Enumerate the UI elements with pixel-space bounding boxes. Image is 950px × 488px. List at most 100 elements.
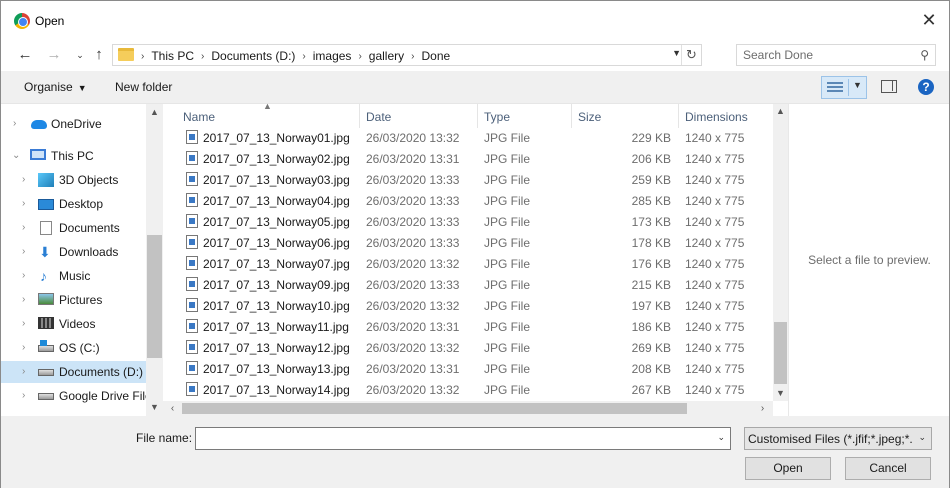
chevron-right-icon[interactable]: › — [13, 118, 16, 129]
chevron-down-icon[interactable]: ▼ — [672, 48, 681, 58]
nav-item-this-pc[interactable]: ⌄ This PC — [1, 145, 146, 167]
nav-item-google-drive[interactable]: › Google Drive File — [1, 385, 152, 407]
chevron-down-icon[interactable]: ▼ — [853, 80, 862, 90]
chevron-right-icon[interactable]: › — [22, 270, 25, 281]
scroll-right-icon[interactable]: › — [755, 401, 770, 416]
file-name: 2017_07_13_Norway03.jpg — [203, 173, 350, 187]
refresh-icon[interactable]: ↻ — [681, 45, 701, 65]
scroll-up-icon[interactable]: ▲ — [146, 104, 163, 121]
forward-arrow-icon[interactable]: → — [45, 45, 63, 65]
chevron-down-icon[interactable]: ⌄ — [12, 150, 20, 161]
nav-item-3d-objects[interactable]: › 3D Objects — [1, 169, 146, 191]
chevron-right-icon[interactable]: › — [141, 51, 144, 62]
chevron-right-icon[interactable]: › — [411, 51, 414, 62]
recent-locations-chevron-icon[interactable]: ⌄ — [71, 45, 89, 65]
nav-item-videos[interactable]: › Videos — [1, 313, 146, 335]
file-row[interactable]: 2017_07_13_Norway12.jpg 26/03/2020 13:32… — [163, 337, 773, 358]
file-row[interactable]: 2017_07_13_Norway01.jpg 26/03/2020 13:32… — [163, 127, 773, 148]
back-arrow-icon[interactable]: ← — [16, 45, 34, 65]
chevron-right-icon[interactable]: › — [22, 318, 25, 329]
breadcrumb-documents-d[interactable]: Documents (D:) — [211, 49, 295, 63]
column-header-dimensions[interactable]: Dimensions — [685, 110, 748, 124]
change-view-button[interactable]: ▼ — [821, 76, 867, 99]
file-list-horizontal-scrollbar[interactable]: ‹ › — [163, 401, 773, 416]
breadcrumb-gallery[interactable]: gallery — [369, 49, 404, 63]
chevron-right-icon[interactable]: › — [358, 51, 361, 62]
file-row[interactable]: 2017_07_13_Norway04.jpg 26/03/2020 13:33… — [163, 190, 773, 211]
chevron-right-icon[interactable]: › — [22, 342, 25, 353]
column-divider[interactable] — [359, 104, 360, 128]
chevron-right-icon[interactable]: › — [22, 390, 25, 401]
file-name: 2017_07_13_Norway02.jpg — [203, 152, 350, 166]
nav-item-desktop[interactable]: › Desktop — [1, 193, 146, 215]
column-header-date[interactable]: Date — [366, 110, 391, 124]
file-name-combobox[interactable]: ⌄ — [195, 427, 731, 450]
chevron-down-icon[interactable]: ⌄ — [717, 432, 725, 443]
scrollbar-thumb[interactable] — [774, 322, 787, 384]
scrollbar-thumb[interactable] — [147, 235, 162, 358]
file-row[interactable]: 2017_07_13_Norway05.jpg 26/03/2020 13:33… — [163, 211, 773, 232]
column-divider[interactable] — [678, 104, 679, 128]
nav-item-documents-d[interactable]: › Documents (D:) — [1, 361, 146, 383]
file-list-vertical-scrollbar[interactable]: ▲ ▼ — [773, 104, 788, 401]
column-header-type[interactable]: Type — [484, 110, 510, 124]
chevron-right-icon[interactable]: › — [22, 198, 25, 209]
chevron-right-icon[interactable]: › — [22, 174, 25, 185]
cancel-button[interactable]: Cancel — [845, 457, 931, 480]
search-icon[interactable]: ⚲ — [920, 48, 929, 62]
file-row[interactable]: 2017_07_13_Norway07.jpg 26/03/2020 13:32… — [163, 253, 773, 274]
chevron-right-icon[interactable]: › — [22, 294, 25, 305]
file-row[interactable]: 2017_07_13_Norway14.jpg 26/03/2020 13:32… — [163, 379, 773, 400]
file-name-input[interactable] — [200, 431, 700, 446]
title-bar: Open ✕ — [1, 1, 949, 41]
search-input[interactable] — [743, 47, 913, 63]
chevron-right-icon[interactable]: › — [302, 51, 305, 62]
column-header-name[interactable]: Name — [183, 110, 215, 124]
file-row[interactable]: 2017_07_13_Norway09.jpg 26/03/2020 13:33… — [163, 274, 773, 295]
file-dimensions: 1240 x 775 — [685, 131, 745, 145]
column-divider[interactable] — [571, 104, 572, 128]
nav-item-onedrive[interactable]: › OneDrive — [1, 113, 146, 135]
nav-item-downloads[interactable]: › ⬇ Downloads — [1, 241, 146, 263]
new-folder-button[interactable]: New folder — [115, 80, 172, 94]
up-arrow-icon[interactable]: ↑ — [90, 45, 108, 65]
chevron-down-icon[interactable]: ⌄ — [918, 432, 926, 443]
preview-pane-icon[interactable] — [881, 80, 897, 93]
open-button[interactable]: Open — [745, 457, 831, 480]
search-box[interactable]: ⚲ — [736, 44, 936, 66]
breadcrumb-images[interactable]: images — [313, 49, 352, 63]
column-divider[interactable] — [477, 104, 478, 128]
chevron-right-icon[interactable]: › — [22, 222, 25, 233]
scroll-down-icon[interactable]: ▼ — [146, 399, 163, 416]
column-header-size[interactable]: Size — [578, 110, 601, 124]
file-row[interactable]: 2017_07_13_Norway11.jpg 26/03/2020 13:31… — [163, 316, 773, 337]
breadcrumb-this-pc[interactable]: This PC — [151, 49, 194, 63]
nav-item-os-c[interactable]: › OS (C:) — [1, 337, 146, 359]
chevron-right-icon[interactable]: › — [22, 246, 25, 257]
chevron-right-icon[interactable]: › — [22, 366, 25, 377]
nav-item-pictures[interactable]: › Pictures — [1, 289, 146, 311]
file-size: 208 KB — [631, 362, 671, 376]
nav-label: Music — [59, 269, 91, 283]
scroll-down-icon[interactable]: ▼ — [773, 386, 788, 401]
file-type: JPG File — [484, 257, 531, 271]
file-type-filter-select[interactable]: Customised Files (*.jfif;*.jpeg;*. ⌄ — [744, 427, 932, 450]
file-row[interactable]: 2017_07_13_Norway02.jpg 26/03/2020 13:31… — [163, 148, 773, 169]
address-bar[interactable]: › This PC › Documents (D:) › images › ga… — [112, 44, 702, 66]
file-name: 2017_07_13_Norway05.jpg — [203, 215, 350, 229]
file-row[interactable]: 2017_07_13_Norway06.jpg 26/03/2020 13:33… — [163, 232, 773, 253]
scrollbar-thumb[interactable] — [182, 403, 687, 414]
organise-button[interactable]: Organise ▼ — [24, 80, 87, 94]
close-icon[interactable]: ✕ — [919, 9, 939, 31]
scroll-up-icon[interactable]: ▲ — [773, 104, 788, 119]
file-row[interactable]: 2017_07_13_Norway03.jpg 26/03/2020 13:33… — [163, 169, 773, 190]
nav-scrollbar[interactable]: ▲ ▼ — [146, 104, 163, 416]
scroll-left-icon[interactable]: ‹ — [165, 401, 180, 416]
chevron-right-icon[interactable]: › — [201, 51, 204, 62]
file-row[interactable]: 2017_07_13_Norway10.jpg 26/03/2020 13:32… — [163, 295, 773, 316]
nav-item-documents[interactable]: › Documents — [1, 217, 146, 239]
file-row[interactable]: 2017_07_13_Norway13.jpg 26/03/2020 13:31… — [163, 358, 773, 379]
breadcrumb-done[interactable]: Done — [421, 49, 450, 63]
nav-item-music[interactable]: › ♪ Music — [1, 265, 146, 287]
help-icon[interactable]: ? — [918, 79, 934, 95]
